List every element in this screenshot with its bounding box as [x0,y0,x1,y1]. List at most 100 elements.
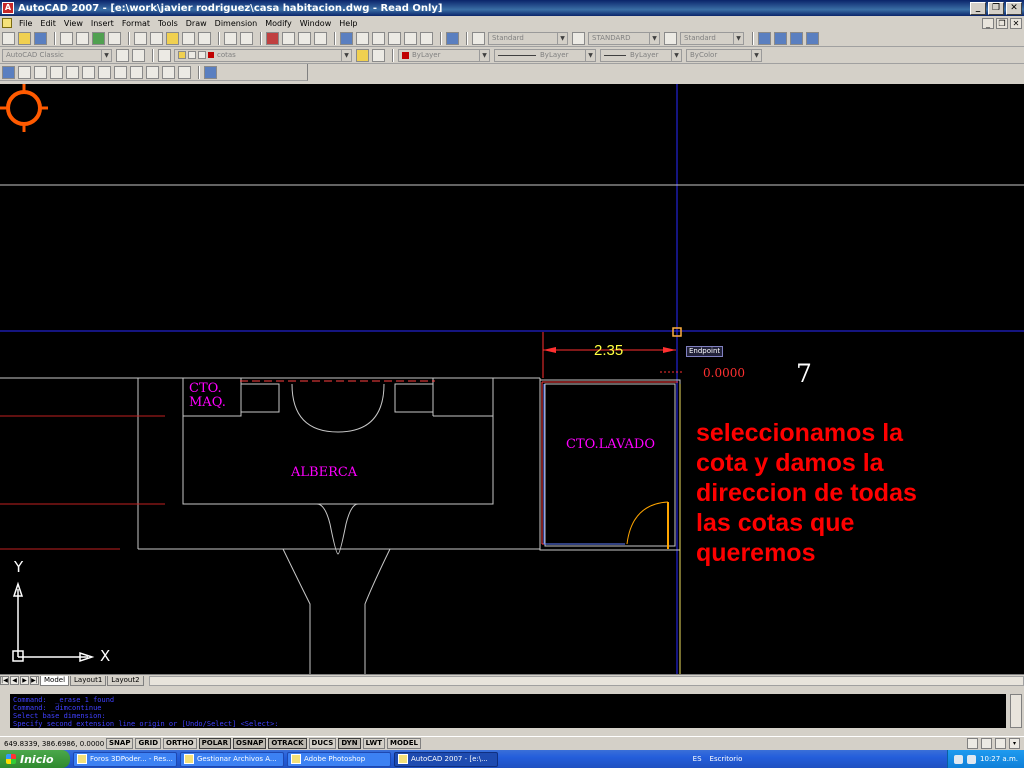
tab-first-button[interactable]: |◀ [0,676,9,685]
viewport-single-icon[interactable] [774,31,787,45]
clock[interactable]: 10:27 a.m. [980,755,1018,763]
calculator-icon[interactable] [420,31,433,45]
text-style-select[interactable]: Standard ▼ [488,31,568,45]
doc-close-button[interactable]: ✕ [1010,17,1022,29]
copy-icon[interactable] [150,31,163,45]
top-view-icon[interactable] [18,65,31,79]
dimension-text[interactable]: 2.35 [594,342,623,359]
model-toggle[interactable]: MODEL [386,738,421,749]
plot-preview-icon[interactable] [76,31,89,45]
markup-icon[interactable] [404,31,417,45]
drawing-area[interactable]: CTO. MAQ. ALBERCA CTO.LAVADO 2.35 0.0000… [0,84,1024,674]
lineweight-select[interactable]: ByLayer ▼ [600,48,682,62]
color-select[interactable]: ByLayer ▼ [398,48,490,62]
zoom-window-icon[interactable] [298,31,311,45]
dim-style-icon[interactable] [572,31,585,45]
menu-help[interactable]: Help [335,19,361,28]
drawing-doc-icon[interactable] [2,18,12,28]
ortho-toggle[interactable]: ORTHO [163,738,197,749]
lwt-toggle[interactable]: LWT [362,738,385,749]
tab-model[interactable]: Model [40,675,70,686]
menu-format[interactable]: Format [118,19,154,28]
menu-insert[interactable]: Insert [87,19,118,28]
right-view-icon[interactable] [66,65,79,79]
dim-style-select[interactable]: STANDARD ▼ [588,31,660,45]
doc-restore-button[interactable]: ❐ [996,17,1008,29]
taskbar-item-browser[interactable]: Foros 3DPoder... - Res... [73,751,177,767]
viewport-poly-icon[interactable] [790,31,803,45]
start-button[interactable]: Inicio [0,750,70,768]
command-scrollbar[interactable] [1010,694,1022,728]
zoom-previous-icon[interactable] [314,31,327,45]
make-layer-current-icon[interactable] [356,48,369,62]
minimize-button[interactable]: _ [970,1,986,15]
paste-icon[interactable] [166,31,179,45]
viewport-icon[interactable] [758,31,771,45]
doc-minimize-button[interactable]: _ [982,17,994,29]
taskbar-item-file-manager[interactable]: Gestionar Archivos A... [180,751,284,767]
workspace-settings-icon[interactable] [116,48,129,62]
polar-toggle[interactable]: POLAR [198,738,231,749]
ne-iso-view-icon[interactable] [146,65,159,79]
layer-select[interactable]: cotas ▼ [174,48,352,62]
match-properties-icon[interactable] [182,31,195,45]
tab-layout1[interactable]: Layout1 [70,675,107,686]
coordinates-readout[interactable]: 649.8339, 386.6986, 0.0000 [0,740,106,748]
workspace-save-icon[interactable] [132,48,145,62]
menu-tools[interactable]: Tools [154,19,182,28]
status-menu-icon[interactable]: ▾ [1009,738,1020,749]
menu-view[interactable]: View [60,19,87,28]
table-style-select[interactable]: Standard ▼ [680,31,744,45]
text-style-icon[interactable] [472,31,485,45]
desktop-toolbar[interactable]: Escritorio [710,755,743,763]
volume-icon[interactable] [954,754,964,764]
se-iso-view-icon[interactable] [130,65,143,79]
snap-toggle[interactable]: SNAP [106,738,134,749]
block-editor-icon[interactable] [198,31,211,45]
sw-iso-view-icon[interactable] [114,65,127,79]
menu-modify[interactable]: Modify [261,19,296,28]
tab-last-button[interactable]: ▶| [30,676,39,685]
design-center-icon[interactable] [356,31,369,45]
menu-window[interactable]: Window [296,19,336,28]
menu-edit[interactable]: Edit [36,19,60,28]
communication-center-icon[interactable] [981,738,992,749]
back-view-icon[interactable] [98,65,111,79]
layer-previous-icon[interactable] [372,48,385,62]
zoom-realtime-icon[interactable] [282,31,295,45]
3dwf-icon[interactable] [108,31,121,45]
bottom-view-icon[interactable] [34,65,47,79]
help-icon[interactable] [446,31,459,45]
pan-icon[interactable] [266,31,279,45]
named-views-icon[interactable] [2,65,15,79]
undo-icon[interactable] [224,31,237,45]
lock-toolbar-icon[interactable] [967,738,978,749]
ducs-toggle[interactable]: DUCS [308,738,337,749]
print-icon[interactable] [60,31,73,45]
layer-manager-icon[interactable] [158,48,171,62]
save-icon[interactable] [34,31,47,45]
taskbar-item-photoshop[interactable]: Adobe Photoshop [287,751,391,767]
front-view-icon[interactable] [82,65,95,79]
plotstyle-select[interactable]: ByColor ▼ [686,48,762,62]
redo-icon[interactable] [240,31,253,45]
tab-prev-button[interactable]: ◀ [10,676,19,685]
left-view-icon[interactable] [50,65,63,79]
camera-icon[interactable] [178,65,191,79]
menu-dimension[interactable]: Dimension [211,19,262,28]
osnap-toggle[interactable]: OSNAP [233,738,267,749]
status-tray-icon[interactable] [995,738,1006,749]
orbit-icon[interactable] [204,65,217,79]
nw-iso-view-icon[interactable] [162,65,175,79]
otrack-toggle[interactable]: OTRACK [268,738,307,749]
sheet-set-icon[interactable] [388,31,401,45]
tool-palettes-icon[interactable] [372,31,385,45]
tab-next-button[interactable]: ▶ [20,676,29,685]
horizontal-scrollbar[interactable] [148,675,1024,686]
grid-toggle[interactable]: GRID [135,738,162,749]
linetype-select[interactable]: ByLayer ▼ [494,48,596,62]
language-indicator[interactable]: ES [693,755,702,763]
cut-icon[interactable] [134,31,147,45]
new-icon[interactable] [2,31,15,45]
dyn-toggle[interactable]: DYN [338,738,361,749]
